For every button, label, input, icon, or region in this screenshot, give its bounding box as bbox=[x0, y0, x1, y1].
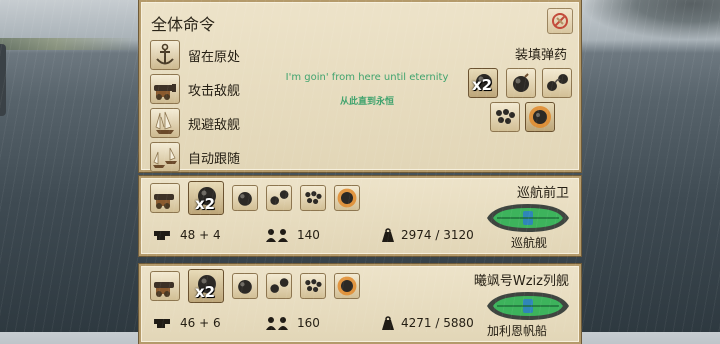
ammo-explosive-button[interactable] bbox=[525, 102, 555, 132]
cannon-count-icon bbox=[154, 319, 170, 328]
bomb-icon bbox=[513, 73, 529, 92]
order-evade[interactable]: 规避敌舰 bbox=[150, 108, 240, 138]
order-label: 自动跟随 bbox=[188, 151, 241, 167]
cannon-count: 46 + 6 bbox=[180, 316, 221, 330]
stat-cannons: 46 + 6 bbox=[154, 316, 221, 330]
ship-name: 巡航前卫 bbox=[516, 186, 569, 201]
quote-text: I'm goin' from here until eternity bbox=[285, 72, 449, 83]
ammo-grapeshot-button[interactable] bbox=[490, 102, 520, 132]
anchor-icon bbox=[150, 40, 180, 70]
ship-ammo-bomb[interactable] bbox=[232, 185, 258, 211]
ship-ammo-chain[interactable] bbox=[266, 185, 292, 211]
crew-count: 160 bbox=[297, 316, 320, 330]
ship-ammo-grapeshot[interactable] bbox=[300, 185, 326, 211]
chain-shot-icon bbox=[270, 278, 289, 293]
ammo-chain-shot-button[interactable] bbox=[542, 68, 572, 98]
side-handle[interactable] bbox=[0, 44, 6, 116]
crew-icon bbox=[266, 317, 288, 330]
stat-crew: 140 bbox=[265, 228, 320, 242]
quote-translation: 从此直到永恒 bbox=[339, 97, 394, 107]
crew-icon bbox=[266, 229, 288, 242]
chain-shot-icon bbox=[270, 190, 289, 205]
cargo-amount: 2974 / 3120 bbox=[401, 228, 474, 242]
cargo-weight-icon bbox=[382, 228, 394, 242]
background-foliage bbox=[580, 0, 720, 40]
stat-cannons: 48 + 4 bbox=[154, 228, 221, 242]
cannon-icon bbox=[150, 74, 180, 104]
ship-ammo-grapeshot[interactable] bbox=[300, 273, 326, 299]
ship-ammo-cannonball[interactable]: x2 bbox=[188, 181, 224, 215]
explosive-shell-icon bbox=[337, 188, 357, 208]
grapeshot-icon bbox=[305, 191, 322, 204]
order-label: 规避敌舰 bbox=[188, 117, 241, 133]
ship-card[interactable]: x2 巡航前卫 巡航舰 48 + 4 140 2974 / 3120 bbox=[139, 176, 581, 256]
ammo-bomb-button[interactable] bbox=[506, 68, 536, 98]
cargo-amount: 4271 / 5880 bbox=[401, 316, 474, 330]
close-icon bbox=[552, 13, 568, 29]
bomb-icon bbox=[238, 192, 252, 206]
ship-attack-button[interactable] bbox=[150, 183, 180, 213]
cannon-count-icon bbox=[154, 231, 170, 240]
order-follow[interactable]: 自动跟随 bbox=[150, 142, 240, 172]
ship-class: 巡航舰 bbox=[510, 236, 547, 250]
ship-hull-icon bbox=[487, 204, 569, 232]
ship-hull-icon bbox=[487, 292, 569, 320]
stat-cargo: 4271 / 5880 bbox=[381, 316, 474, 330]
cannon-icon bbox=[154, 194, 174, 209]
grapeshot-icon bbox=[305, 279, 322, 292]
ammo-multiplier: x2 bbox=[472, 76, 493, 94]
order-label: 攻击敌舰 bbox=[188, 83, 241, 99]
fleet-icon bbox=[150, 142, 180, 172]
ship-ammo-explosive[interactable] bbox=[334, 273, 360, 299]
crew-count: 140 bbox=[297, 228, 320, 242]
ship-ammo-cannonball[interactable]: x2 bbox=[188, 269, 224, 303]
explosive-shell-icon bbox=[337, 276, 357, 296]
ship-ammo-chain[interactable] bbox=[266, 273, 292, 299]
order-stay[interactable]: 留在原处 bbox=[150, 40, 240, 70]
fleet-command-panel: 全体命令 留在原处 攻击敌舰 规避敌舰 自动跟随 I'm goin' from … bbox=[139, 0, 581, 172]
ship-name: 曦飒号Wziz列舰 bbox=[473, 274, 569, 289]
load-ammo-title: 装填弹药 bbox=[514, 48, 567, 63]
sailing-ship-icon bbox=[150, 108, 180, 138]
ship-ammo-bomb[interactable] bbox=[232, 273, 258, 299]
chain-shot-icon bbox=[547, 74, 568, 91]
stat-crew: 160 bbox=[265, 316, 320, 330]
order-attack[interactable]: 攻击敌舰 bbox=[150, 74, 240, 104]
ship-card[interactable]: x2 曦飒号Wziz列舰 加利恩帆船 46 + 6 160 4271 / 588… bbox=[139, 264, 581, 344]
ship-ammo-explosive[interactable] bbox=[334, 185, 360, 211]
order-label: 留在原处 bbox=[188, 49, 241, 65]
cargo-weight-icon bbox=[382, 316, 394, 330]
ammo-multiplier: x2 bbox=[195, 283, 216, 301]
cannon-icon bbox=[154, 282, 174, 297]
grapeshot-icon bbox=[496, 109, 515, 124]
ammo-multiplier: x2 bbox=[195, 195, 216, 213]
panel-title: 全体命令 bbox=[151, 15, 216, 34]
ammo-cannonball-button[interactable]: x2 bbox=[468, 68, 498, 98]
close-button[interactable] bbox=[547, 8, 573, 34]
bomb-icon bbox=[238, 280, 252, 294]
shoreline bbox=[0, 38, 140, 50]
explosive-shell-icon bbox=[529, 106, 551, 128]
ship-class: 加利恩帆船 bbox=[486, 324, 547, 338]
ship-attack-button[interactable] bbox=[150, 271, 180, 301]
cannon-count: 48 + 4 bbox=[180, 228, 221, 242]
stat-cargo: 2974 / 3120 bbox=[381, 228, 474, 242]
